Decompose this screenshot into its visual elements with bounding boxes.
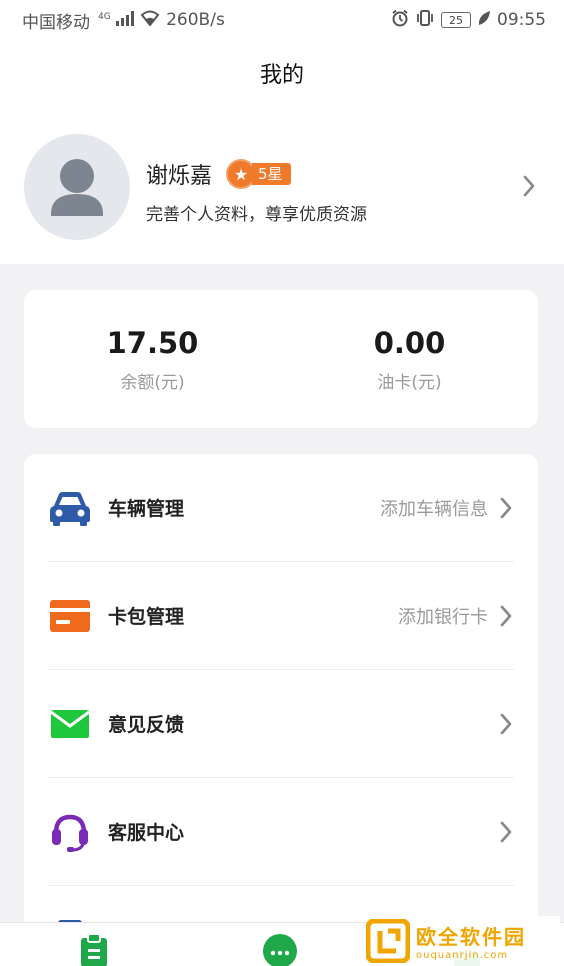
menu-hint: 添加银行卡 [398,606,488,628]
network-type: 4G [98,11,111,22]
watermark-url: ouquanrjin.com [416,950,509,961]
rank-label: 5星 [252,163,291,185]
clock-time: 09:55 [497,10,546,30]
status-left: 中国移动 4G 260B/s [22,8,225,33]
profile-hint: 完善个人资料，尊享优质资源 [146,205,367,225]
menu-label: 车辆管理 [108,498,185,520]
menu-label: 意见反馈 [108,714,185,736]
status-right: 25 09:55 [391,9,546,32]
alarm-icon [391,9,409,32]
card-icon [48,594,92,638]
page-title: 我的 [259,63,304,88]
user-name: 谢烁嘉 [146,164,213,189]
balance-value: 17.50 [106,325,199,360]
menu-item-customer-service[interactable]: 客服中心 [48,778,514,886]
balance-card: 17.50 余额(元) 0.00 油卡(元) [24,290,538,428]
menu-hint: 添加车辆信息 [380,498,488,520]
avatar[interactable] [24,134,130,240]
profile-info: 谢烁嘉 ★ 5星 完善个人资料，尊享优质资源 [146,158,367,225]
chat-icon[interactable] [262,933,298,966]
chevron-right-icon [498,820,514,844]
menu-item-card-wallet[interactable]: 卡包管理 添加银行卡 [48,562,514,670]
clipboard-icon[interactable] [80,933,108,966]
profile-section[interactable]: 谢烁嘉 ★ 5星 完善个人资料，尊享优质资源 [0,106,564,264]
fuel-card-label: 油卡(元) [377,372,442,393]
chevron-right-icon [498,604,514,628]
menu-label: 客服中心 [108,822,185,844]
menu-label: 卡包管理 [108,606,185,628]
fuel-card-value: 0.00 [373,325,446,360]
leaf-icon [477,10,491,31]
vibrate-icon [415,9,435,32]
envelope-icon [48,702,92,746]
status-bar: 中国移动 4G 260B/s 25 09:55 [0,0,564,40]
chevron-right-icon[interactable] [522,174,536,202]
watermark-title: 欧全软件园 [416,925,526,949]
wifi-icon [140,10,160,31]
default-avatar-icon [51,159,103,216]
balance-label: 余额(元) [120,372,185,393]
chevron-right-icon [498,496,514,520]
chevron-right-icon [498,712,514,736]
menu-list: 车辆管理 添加车辆信息 卡包管理 添加银行卡 意见反馈 客服中心 [24,454,538,966]
watermark-logo-icon [366,919,410,963]
headset-icon [48,810,92,854]
fuel-card-cell[interactable]: 0.00 油卡(元) [281,290,538,428]
menu-item-feedback[interactable]: 意见反馈 [48,670,514,778]
car-icon [48,486,92,530]
name-row: 谢烁嘉 ★ 5星 [146,158,367,190]
site-watermark: 欧全软件园 ouquanrjin.com [366,916,560,966]
signal-icon: 4G [96,10,135,31]
rank-badge: ★ 5星 [226,159,291,189]
balance-cell[interactable]: 17.50 余额(元) [24,290,281,428]
carrier-name: 中国移动 [22,12,90,33]
network-speed: 260B/s [166,10,225,30]
menu-item-vehicle[interactable]: 车辆管理 添加车辆信息 [48,454,514,562]
battery-icon: 25 [441,12,471,28]
page-header: 我的 [0,40,564,106]
